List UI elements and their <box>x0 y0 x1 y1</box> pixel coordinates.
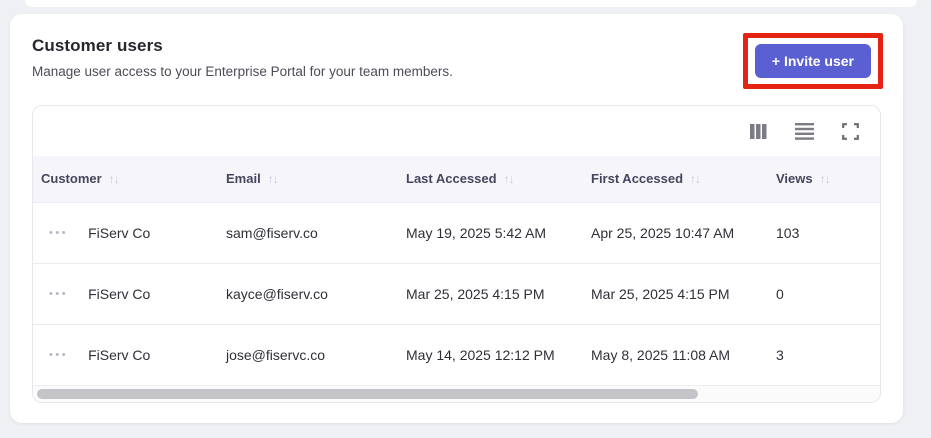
table-toolbar <box>33 106 880 156</box>
column-header-last-accessed[interactable]: Last Accessed ↑↓ <box>398 156 583 202</box>
panel-header-text: Customer users Manage user access to you… <box>32 36 453 79</box>
column-label: Views <box>776 171 813 187</box>
previous-card-edge <box>25 0 917 7</box>
fullscreen-icon[interactable] <box>840 121 860 141</box>
column-header-email[interactable]: Email ↑↓ <box>218 156 398 202</box>
page-subtitle: Manage user access to your Enterprise Po… <box>32 64 453 79</box>
cell-first-accessed: Apr 25, 2025 10:47 AM <box>583 201 768 263</box>
column-label: Email <box>226 171 261 187</box>
customer-users-panel: Customer users Manage user access to you… <box>10 14 903 423</box>
cell-views: 103 <box>768 201 880 263</box>
sort-icon[interactable]: ↑↓ <box>504 172 515 186</box>
customer-name: FiServ Co <box>88 224 151 241</box>
columns-icon[interactable] <box>748 121 768 141</box>
row-menu-icon[interactable]: ••• <box>49 288 68 300</box>
sort-icon[interactable]: ↑↓ <box>690 172 701 186</box>
sort-icon[interactable]: ↑↓ <box>109 172 120 186</box>
column-header-first-accessed[interactable]: First Accessed ↑↓ <box>583 156 768 202</box>
cell-last-accessed: May 19, 2025 5:42 AM <box>398 201 583 263</box>
column-label: Last Accessed <box>406 171 497 187</box>
column-header-views[interactable]: Views ↑↓ <box>768 156 880 202</box>
panel-header: Customer users Manage user access to you… <box>32 33 883 89</box>
column-label: Customer <box>41 171 102 187</box>
customer-name: FiServ Co <box>88 285 151 302</box>
cell-customer: ••• FiServ Co <box>33 323 218 385</box>
cell-customer: ••• FiServ Co <box>33 262 218 324</box>
page-title: Customer users <box>32 36 163 55</box>
cell-last-accessed: Mar 25, 2025 4:15 PM <box>398 262 583 324</box>
sort-icon[interactable]: ↑↓ <box>820 172 831 186</box>
cell-email: sam@fiserv.co <box>218 201 398 263</box>
cell-views: 0 <box>768 262 880 324</box>
horizontal-scrollbar[interactable] <box>33 385 880 402</box>
scrollbar-thumb[interactable] <box>37 389 698 399</box>
cell-email: jose@fiservc.co <box>218 323 398 385</box>
invite-user-button[interactable]: + Invite user <box>754 44 871 78</box>
cell-first-accessed: Mar 25, 2025 4:15 PM <box>583 262 768 324</box>
column-header-customer[interactable]: Customer ↑↓ <box>33 156 218 202</box>
sort-icon[interactable]: ↑↓ <box>268 172 279 186</box>
users-table-card: Customer ↑↓ Email ↑↓ Last Accessed ↑↓ First Ac… <box>32 105 881 403</box>
cell-last-accessed: May 14, 2025 12:12 PM <box>398 323 583 385</box>
table-row: ••• FiServ Co sam@fiserv.co May 19, 2025 5:… <box>33 201 880 263</box>
table-body: ••• FiServ Co sam@fiserv.co May 19, 2025 5:… <box>33 201 880 385</box>
column-label: First Accessed <box>591 171 684 187</box>
cell-customer: ••• FiServ Co <box>33 201 218 263</box>
table-row: ••• FiServ Co jose@fiservc.co May 14, 2025 … <box>33 323 880 385</box>
cell-views: 3 <box>768 323 880 385</box>
annotation-highlight: + Invite user <box>742 33 883 89</box>
rows-density-icon[interactable] <box>794 121 814 141</box>
customer-name: FiServ Co <box>88 346 151 363</box>
row-menu-icon[interactable]: ••• <box>49 227 68 239</box>
row-menu-icon[interactable]: ••• <box>49 349 68 361</box>
table-row: ••• FiServ Co kayce@fiserv.co Mar 25, 2025 … <box>33 262 880 324</box>
users-table: Customer ↑↓ Email ↑↓ Last Accessed ↑↓ First Ac… <box>33 156 880 385</box>
cell-first-accessed: May 8, 2025 11:08 AM <box>583 323 768 385</box>
table-header-row: Customer ↑↓ Email ↑↓ Last Accessed ↑↓ First Ac… <box>33 156 880 202</box>
cell-email: kayce@fiserv.co <box>218 262 398 324</box>
